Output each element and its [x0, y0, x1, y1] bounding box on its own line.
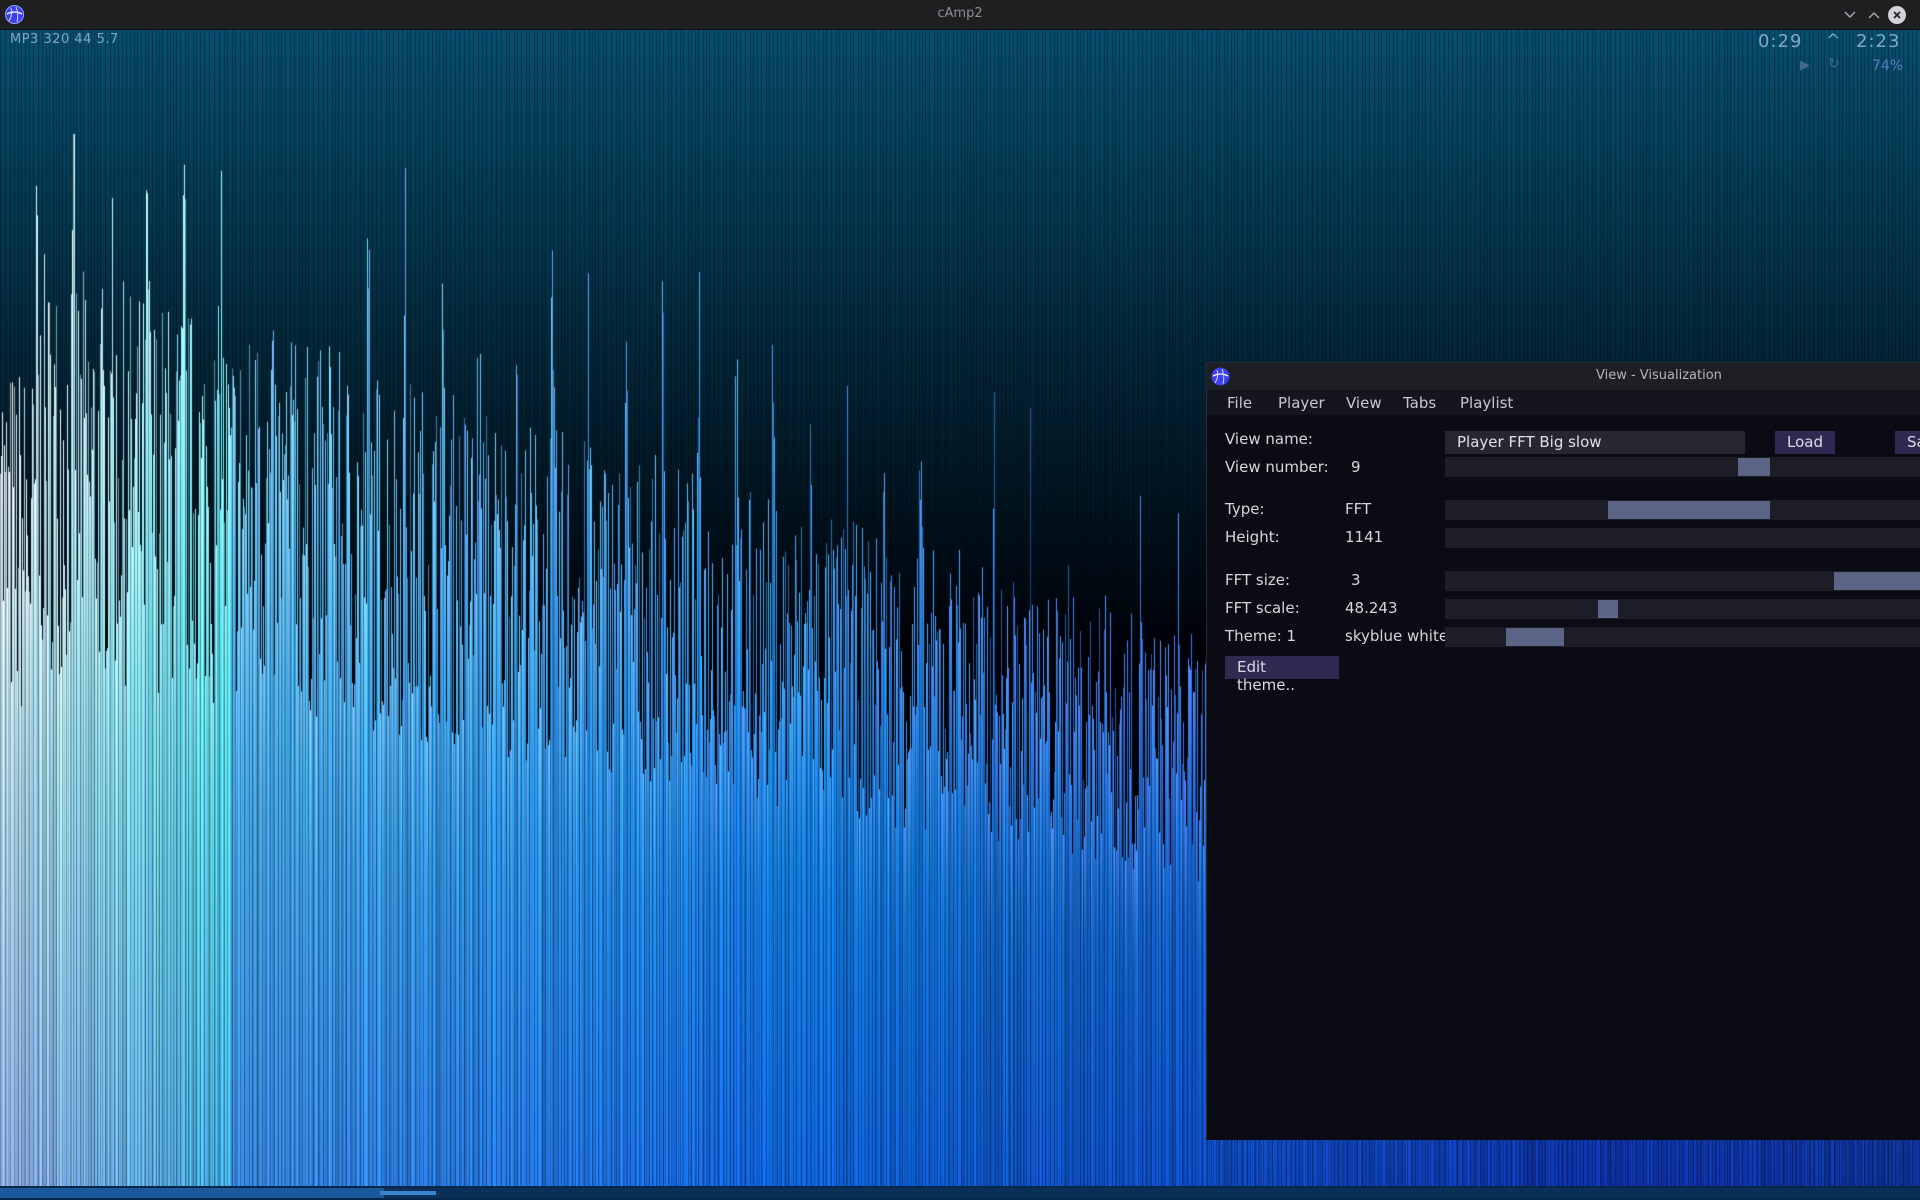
menu-player[interactable]: Player: [1278, 394, 1325, 412]
menu-tabs[interactable]: Tabs: [1403, 394, 1436, 412]
play-icon[interactable]: ▶: [1800, 58, 1810, 73]
edit-theme-button[interactable]: Edit theme..: [1225, 656, 1339, 694]
chevron-down-icon: [1844, 11, 1856, 19]
save-button[interactable]: Sa: [1895, 431, 1920, 454]
chevron-up-icon: [1868, 11, 1880, 19]
view-number-value: 9: [1351, 458, 1361, 476]
close-icon: [1893, 11, 1901, 19]
height-label: Height:: [1225, 528, 1280, 546]
slider-handle[interactable]: [1834, 572, 1920, 590]
seek-progress: [0, 1188, 384, 1198]
menu-file[interactable]: File: [1227, 394, 1252, 412]
menu-view[interactable]: View: [1346, 394, 1382, 412]
app-logo-icon: [1211, 367, 1230, 386]
seek-bar[interactable]: [0, 1188, 1920, 1198]
load-button[interactable]: Load: [1775, 431, 1835, 454]
fft-size-slider[interactable]: [1445, 571, 1920, 591]
type-label: Type:: [1225, 500, 1265, 518]
fft-scale-value: 48.243: [1345, 599, 1398, 617]
height-value: 1141: [1345, 528, 1384, 546]
view-name-label: View name:: [1225, 430, 1313, 448]
view-window-title: View - Visualization: [1596, 368, 1722, 383]
view-number-slider[interactable]: [1445, 457, 1920, 477]
menu-bar: File Player View Tabs Playlist: [1207, 390, 1920, 415]
volume-level[interactable]: 74%: [1872, 58, 1903, 74]
fft-scale-label: FFT scale:: [1225, 599, 1300, 617]
theme-slider[interactable]: [1445, 627, 1920, 647]
view-window-titlebar[interactable]: View - Visualization: [1207, 363, 1920, 390]
type-slider[interactable]: [1445, 500, 1920, 520]
maximize-button[interactable]: [1864, 5, 1884, 25]
view-visualization-window: View - Visualization File Player View Ta…: [1206, 362, 1920, 1140]
slider-handle[interactable]: [1738, 458, 1770, 476]
window-title: cAmp2: [937, 6, 983, 21]
view-number-label: View number:: [1225, 458, 1329, 476]
repeat-icon[interactable]: ↻: [1828, 56, 1840, 72]
format-info: MP3 320 44 5.7: [10, 32, 119, 47]
minimize-button[interactable]: [1840, 5, 1860, 25]
seek-handle[interactable]: [380, 1191, 436, 1195]
fft-size-value: 3: [1351, 571, 1361, 589]
view-name-field[interactable]: Player FFT Big slow: [1445, 431, 1745, 454]
theme-value: skyblue white: [1345, 627, 1449, 645]
close-button[interactable]: [1887, 5, 1907, 25]
height-slider[interactable]: [1445, 528, 1920, 548]
fft-scale-slider[interactable]: [1445, 599, 1920, 619]
title-bar: cAmp2: [0, 0, 1920, 30]
fft-size-label: FFT size:: [1225, 571, 1291, 589]
type-value: FFT: [1345, 500, 1372, 518]
theme-label: Theme: 1: [1225, 627, 1297, 645]
slider-handle[interactable]: [1598, 600, 1618, 618]
menu-playlist[interactable]: Playlist: [1460, 394, 1513, 412]
slider-handle[interactable]: [1608, 501, 1770, 519]
time-total[interactable]: 2:23: [1856, 31, 1900, 52]
slider-handle[interactable]: [1506, 628, 1564, 646]
time-current[interactable]: 0:29: [1758, 31, 1802, 52]
time-mode-toggle[interactable]: ^: [1826, 31, 1840, 51]
